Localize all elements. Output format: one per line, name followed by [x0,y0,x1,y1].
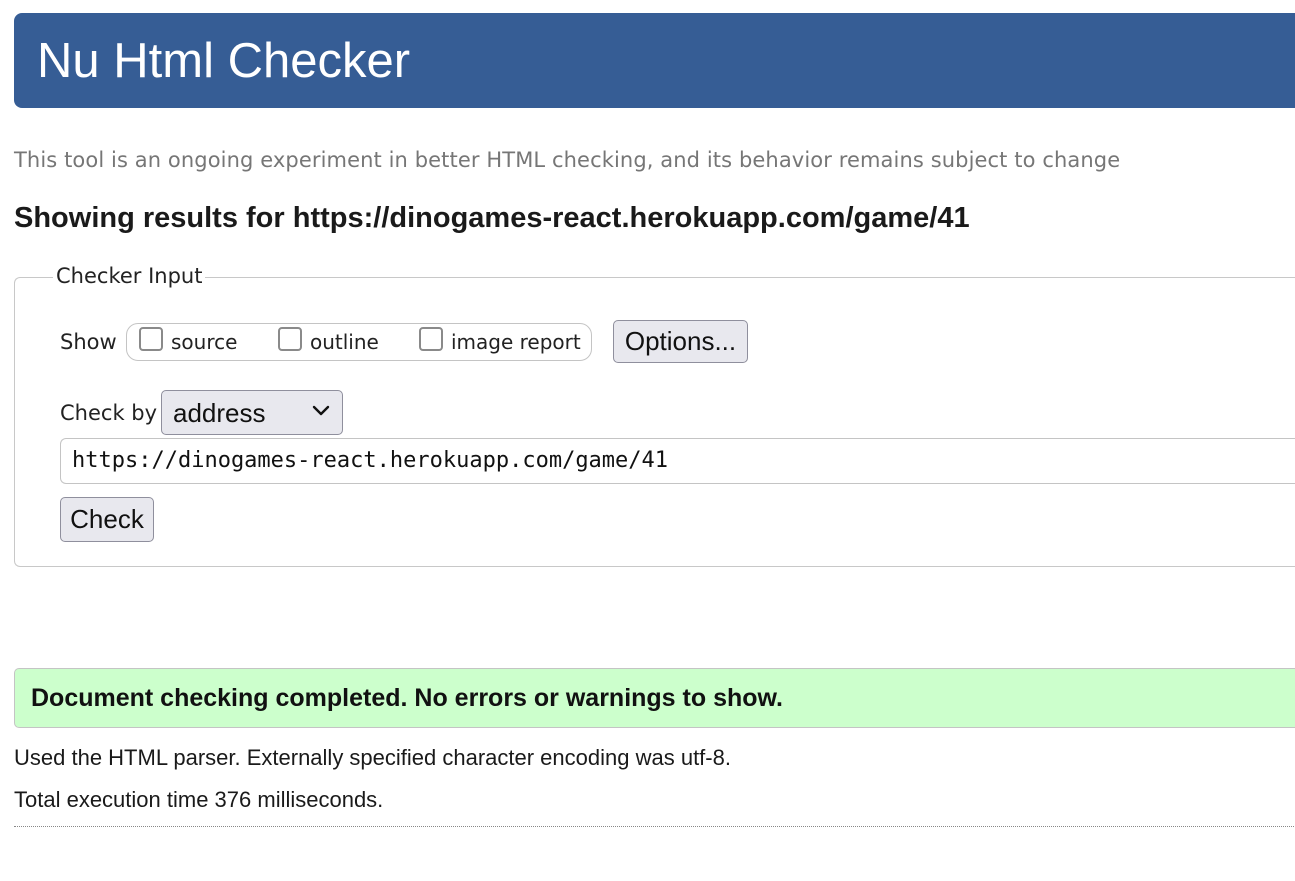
intro-text: This tool is an ongoing experiment in be… [14,148,1121,172]
header-banner: Nu Html Checker [14,13,1295,108]
source-checkbox[interactable] [139,327,163,351]
show-label: Show [60,330,117,354]
options-button[interactable]: Options... [613,320,748,363]
check-button[interactable]: Check [60,497,154,542]
image-report-label: image report [451,330,581,354]
parser-info: Used the HTML parser. Externally specifi… [14,745,731,770]
success-message: Document checking completed. No errors o… [31,684,783,712]
checker-input-fieldset: Checker Input Show source outline image … [14,264,1295,567]
image-report-checkbox[interactable] [419,327,443,351]
page: Nu Html Checker This tool is an ongoing … [0,0,1295,881]
page-title: Nu Html Checker [37,34,411,88]
show-source-option[interactable]: source [139,327,238,356]
show-image-report-option[interactable]: image report [419,327,581,356]
execution-time: Total execution time 376 milliseconds. [14,787,384,812]
url-input[interactable]: https://dinogames-react.herokuapp.com/ga… [60,438,1295,484]
check-by-value: address [173,398,266,428]
check-by-select[interactable]: address [161,390,343,435]
show-options-group: source outline image report [126,323,592,361]
chevron-down-icon [312,405,330,416]
checker-input-legend: Checker Input [53,264,206,288]
results-heading: Showing results for https://dinogames-re… [14,202,970,234]
dotted-divider [14,826,1295,827]
outline-checkbox[interactable] [278,327,302,351]
check-by-label: Check by [60,401,158,425]
source-label: source [171,330,238,354]
outline-label: outline [310,330,379,354]
success-message-box: Document checking completed. No errors o… [14,668,1295,728]
show-outline-option[interactable]: outline [278,327,379,356]
